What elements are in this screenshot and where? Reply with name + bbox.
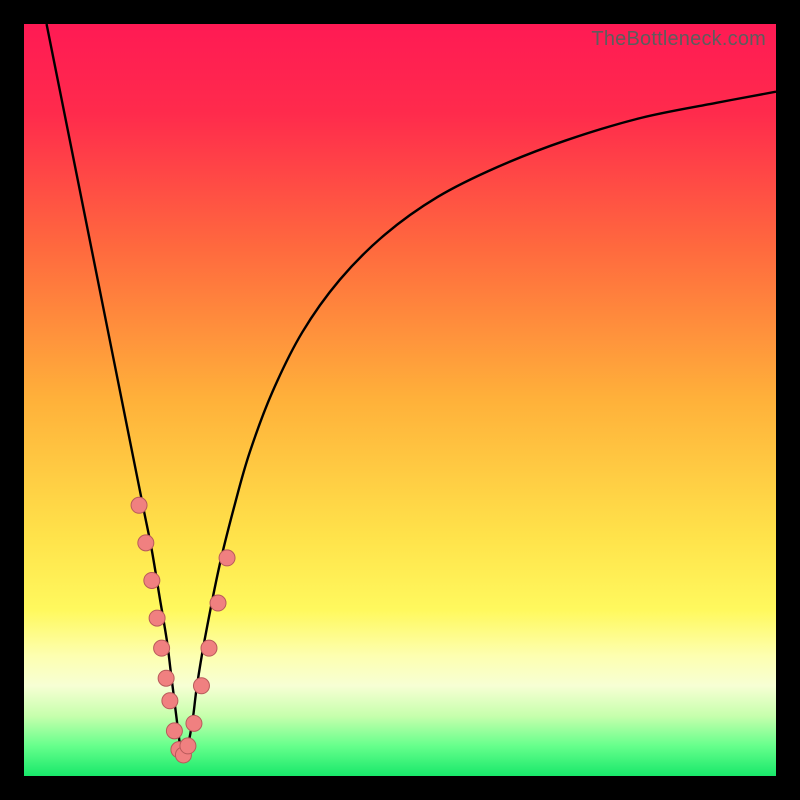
chart-frame: TheBottleneck.com: [0, 0, 800, 800]
chart-svg: [24, 24, 776, 776]
background-gradient: [24, 24, 776, 776]
plot-area: TheBottleneck.com: [24, 24, 776, 776]
curve-marker: [138, 535, 154, 551]
curve-marker: [166, 723, 182, 739]
curve-marker: [180, 738, 196, 754]
curve-marker: [131, 497, 147, 513]
curve-marker: [149, 610, 165, 626]
curve-marker: [193, 678, 209, 694]
curve-marker: [201, 640, 217, 656]
curve-marker: [158, 670, 174, 686]
curve-marker: [219, 550, 235, 566]
watermark-text: TheBottleneck.com: [591, 28, 766, 51]
curve-marker: [154, 640, 170, 656]
curve-marker: [186, 715, 202, 731]
curve-marker: [162, 693, 178, 709]
curve-marker: [210, 595, 226, 611]
curve-marker: [144, 572, 160, 588]
